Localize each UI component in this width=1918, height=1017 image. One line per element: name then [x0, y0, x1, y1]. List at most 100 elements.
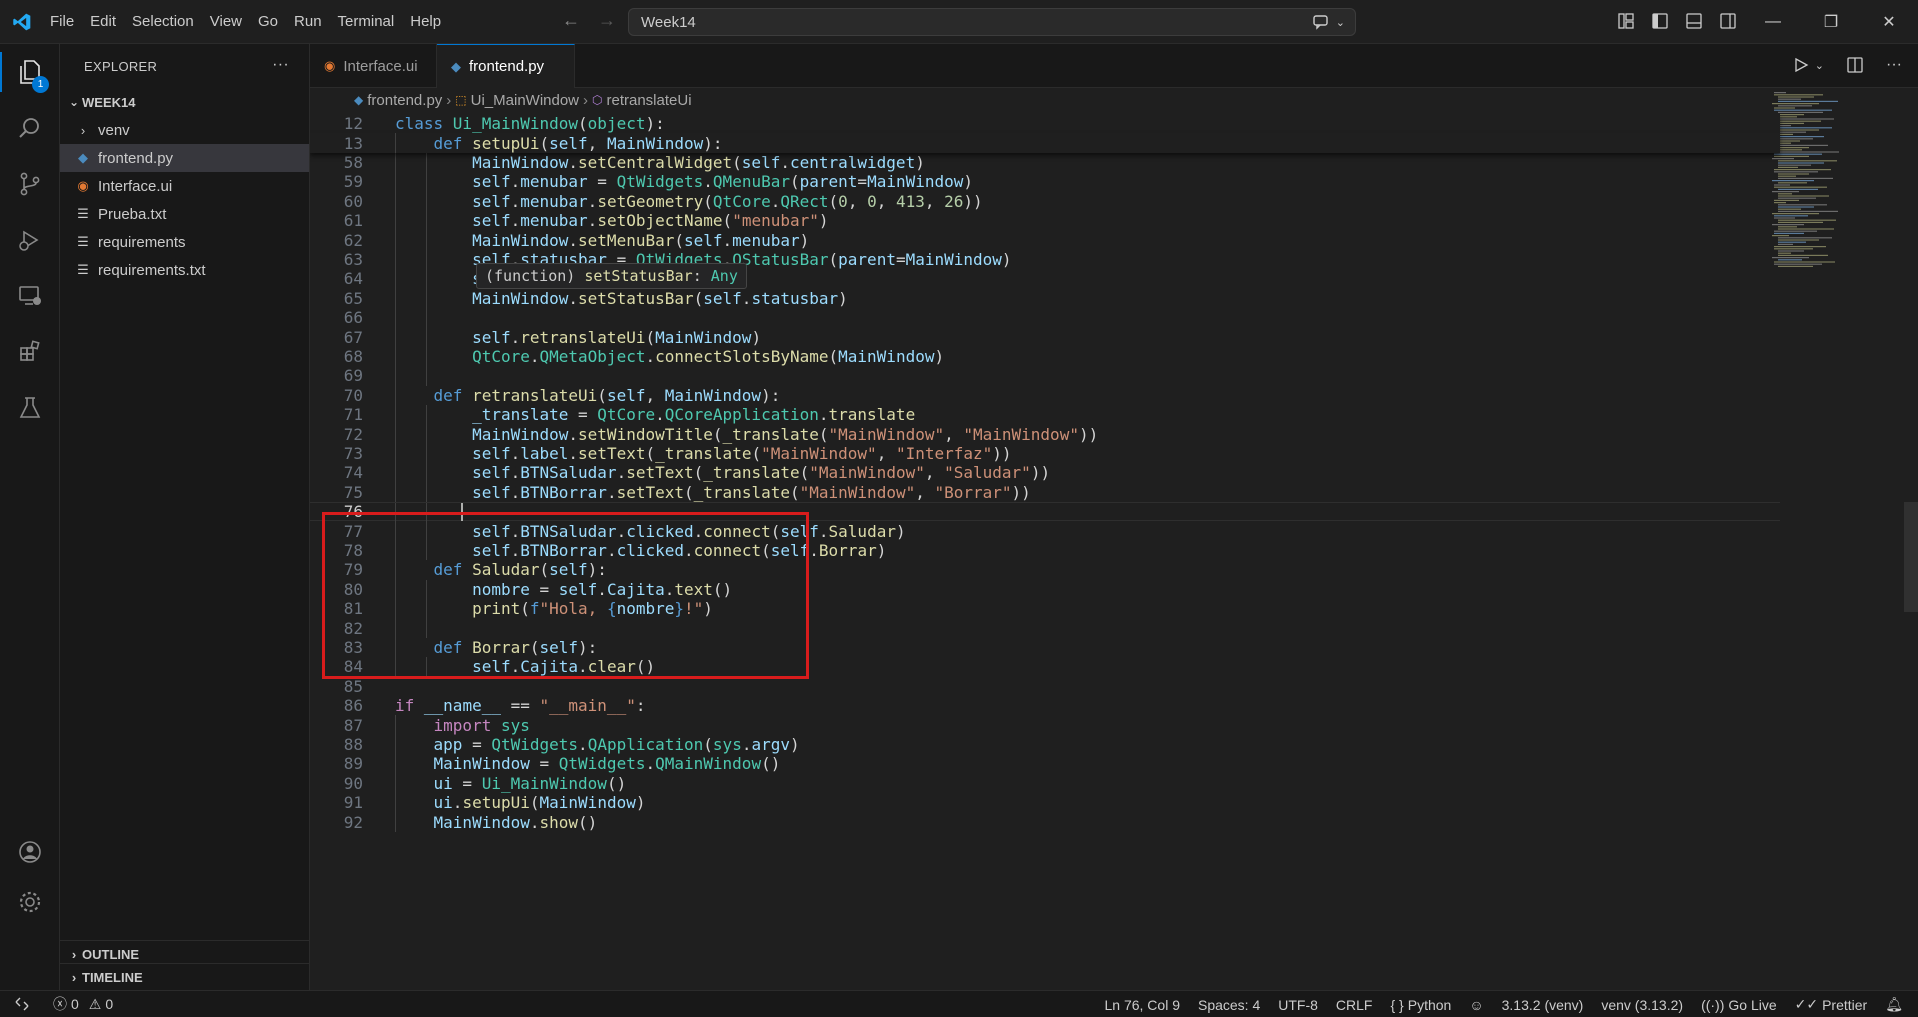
minimap-line — [1778, 204, 1827, 206]
code-token: () — [761, 754, 781, 774]
testing-activity[interactable] — [0, 380, 60, 436]
code-token: MainWindow — [472, 424, 569, 444]
indent-guide — [395, 288, 396, 308]
minimap-line — [1778, 120, 1821, 122]
tab-bar: ◉ Interface.ui ◆ frontend.py ⌄ ··· — [310, 44, 1918, 88]
code-editor[interactable]: 12 class Ui_MainWindow(object): 13 def set… — [310, 114, 1790, 990]
problems-indicator[interactable]: ⓧ 0 ⚠ 0 — [44, 994, 122, 1014]
scrollbar-thumb[interactable] — [1904, 502, 1918, 612]
notifications-bell-icon[interactable]: 🔔︎ — [1876, 996, 1912, 1013]
python-interpreter[interactable]: 3.13.2 (venv) — [1493, 997, 1593, 1013]
copilot-button[interactable]: ⌄ — [1312, 13, 1345, 31]
command-center-search[interactable]: Week14 ⌄ — [628, 8, 1356, 36]
code-token: Ui_MainWindow — [452, 114, 579, 134]
minimap-line — [1778, 252, 1791, 254]
manage-activity[interactable] — [0, 874, 60, 930]
menu-run[interactable]: Run — [286, 0, 330, 44]
cursor-position[interactable]: Ln 76, Col 9 — [1095, 997, 1189, 1013]
tab-interface-ui[interactable]: ◉ Interface.ui — [310, 44, 437, 88]
virtual-env[interactable]: venv (3.13.2) — [1592, 997, 1692, 1013]
minimap-line — [1778, 219, 1836, 221]
code-token: self — [472, 211, 511, 231]
split-editor-icon[interactable] — [1846, 56, 1864, 74]
remote-explorer-activity[interactable] — [0, 268, 60, 324]
indentation[interactable]: Spaces: 4 — [1189, 997, 1269, 1013]
breadcrumb-file[interactable]: frontend.py — [367, 92, 442, 109]
tree-item-requirements[interactable]: ☰ requirements — [60, 228, 309, 256]
copilot-status-icon[interactable]: ☺ — [1460, 997, 1492, 1013]
extensions-activity[interactable] — [0, 324, 60, 380]
minimap-line — [1778, 129, 1819, 131]
breadcrumb-class[interactable]: Ui_MainWindow — [471, 92, 579, 109]
code-token: menubar — [520, 172, 588, 192]
forward-arrow-icon[interactable]: → — [598, 10, 616, 31]
minimap-line — [1772, 257, 1809, 259]
vertical-scrollbar[interactable] — [1904, 88, 1918, 990]
toggle-secondary-sidebar-icon[interactable] — [1718, 11, 1738, 31]
toggle-panel-icon[interactable] — [1684, 11, 1704, 31]
code-token: argv — [751, 734, 790, 754]
code-token: . — [655, 405, 665, 425]
menu-edit[interactable]: Edit — [82, 0, 124, 44]
line-number: 71 — [343, 405, 363, 425]
menu-help[interactable]: Help — [402, 0, 449, 44]
run-debug-activity[interactable] — [0, 212, 60, 268]
more-actions-icon[interactable]: ··· — [1886, 56, 1902, 74]
back-arrow-icon[interactable]: ← — [562, 10, 580, 31]
hover-colon: : — [692, 266, 711, 285]
timeline-section[interactable]: › TIMELINE — [60, 963, 310, 990]
source-control-activity[interactable] — [0, 156, 60, 212]
breadcrumb-method[interactable]: retranslateUi — [607, 92, 692, 109]
remote-indicator[interactable] — [0, 991, 44, 1017]
prettier-button[interactable]: ✓✓ Prettier — [1786, 996, 1877, 1013]
run-python-file-button[interactable]: ⌄ — [1793, 57, 1824, 73]
menu-terminal[interactable]: Terminal — [330, 0, 403, 44]
tree-item-interface-ui[interactable]: ◉ Interface.ui — [60, 172, 309, 200]
minimap-line — [1778, 237, 1832, 239]
restore-button[interactable]: ❐ — [1802, 0, 1860, 44]
flask-icon — [19, 397, 41, 418]
chevron-right-icon: › — [71, 969, 77, 985]
search-activity[interactable] — [0, 100, 60, 156]
menu-selection[interactable]: Selection — [124, 0, 202, 44]
minimap[interactable] — [1770, 88, 1870, 288]
end-of-line[interactable]: CRLF — [1327, 997, 1382, 1013]
close-button[interactable]: ✕ — [1860, 0, 1918, 44]
code-token: ( — [722, 211, 733, 231]
tree-item-frontend-py[interactable]: ◆ frontend.py — [60, 144, 309, 172]
tree-item-prueba-txt[interactable]: ☰ Prueba.txt — [60, 200, 309, 228]
menu-go[interactable]: Go — [250, 0, 286, 44]
encoding[interactable]: UTF-8 — [1269, 997, 1327, 1013]
outline-label: OUTLINE — [82, 946, 140, 962]
indent-guide — [395, 211, 396, 231]
minimize-button[interactable]: — — [1744, 0, 1802, 44]
activity-bar: 1 — [0, 44, 60, 990]
customize-layout-icon[interactable] — [1616, 11, 1636, 31]
code-line: 71 _translate = QtCore.QCoreApplication.… — [310, 405, 1780, 425]
code-token: ( — [693, 288, 704, 308]
code-token: )) — [992, 443, 1012, 463]
go-live-button[interactable]: ((·)) Go Live — [1692, 997, 1786, 1013]
minimap-line — [1778, 131, 1806, 133]
more-actions-icon[interactable]: ··· — [272, 56, 289, 74]
code-line: 68 QtCore.QMetaObject.connectSlotsByName… — [310, 346, 1780, 367]
tab-frontend-py[interactable]: ◆ frontend.py — [437, 44, 575, 88]
menu-file[interactable]: File — [42, 0, 82, 44]
tree-item-requirements-txt[interactable]: ☰ requirements.txt — [60, 256, 309, 284]
explorer-activity[interactable]: 1 — [0, 44, 60, 100]
toggle-primary-sidebar-icon[interactable] — [1650, 11, 1670, 31]
tree-item-venv[interactable]: › venv — [60, 116, 309, 144]
indent-guide — [395, 754, 396, 774]
language-mode[interactable]: { } Python — [1381, 997, 1460, 1013]
code-token: "Interfaz" — [895, 443, 993, 463]
code-token: ) — [895, 521, 906, 541]
hover-tooltip: (function) setStatusBar: Any — [476, 262, 747, 289]
indent-guide — [395, 191, 396, 211]
accounts-activity[interactable] — [0, 824, 60, 880]
code-token: . — [809, 540, 819, 560]
workspace-folder[interactable]: ⌄ WEEK14 — [60, 88, 309, 116]
menu-view[interactable]: View — [202, 0, 250, 44]
code-token: QMenuBar — [712, 172, 790, 192]
